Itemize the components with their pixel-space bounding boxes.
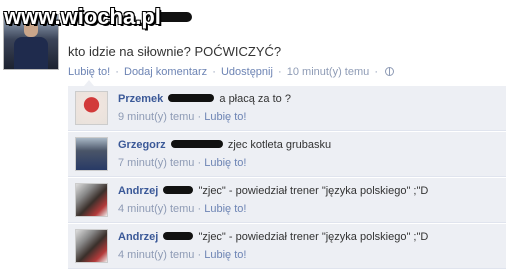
commenter-name[interactable]: Andrzej: [118, 231, 158, 243]
globe-icon[interactable]: [385, 67, 395, 76]
redaction-scribble: [170, 140, 223, 148]
watermark-logo: www.wiocha.pl: [4, 4, 161, 29]
commenter-avatar[interactable]: [75, 137, 108, 171]
commenter-avatar[interactable]: [75, 91, 108, 125]
comment-item: Andrzej "zjec" - powiedział trener "języ…: [68, 178, 506, 223]
commenter-name[interactable]: Andrzej: [118, 185, 158, 197]
comment-like-link[interactable]: Lubię to!: [204, 157, 246, 169]
post-actions: Lubię to! · Dodaj komentarz · Udostępnij…: [68, 66, 395, 78]
commenter-avatar[interactable]: [75, 183, 108, 217]
comments-list: Przemek a płacą za to ? 9 minut(y) temu …: [68, 86, 506, 270]
separator: ·: [197, 249, 202, 261]
commenter-name[interactable]: Przemek: [118, 93, 163, 105]
avatar-body-shape: [14, 37, 48, 69]
separator: ·: [374, 66, 378, 78]
separator: ·: [115, 66, 119, 78]
like-link[interactable]: Lubię to!: [68, 66, 110, 78]
post-timestamp[interactable]: 10 minut(y) temu: [287, 66, 370, 78]
redaction-scribble: [163, 232, 194, 240]
separator: ·: [197, 111, 202, 123]
redaction-scribble: [163, 186, 194, 194]
comment-text: "zjec" - powiedział trener "języka polsk…: [198, 231, 429, 243]
comment-item: Przemek a płacą za to ? 9 minut(y) temu …: [68, 86, 506, 131]
separator: ·: [278, 66, 282, 78]
comment-like-link[interactable]: Lubię to!: [204, 249, 246, 261]
separator: ·: [197, 157, 202, 169]
comment-timestamp[interactable]: 4 minut(y) temu: [118, 203, 194, 215]
commenter-avatar[interactable]: [75, 229, 108, 263]
comment-like-link[interactable]: Lubię to!: [204, 111, 246, 123]
separator: ·: [212, 66, 216, 78]
comment-timestamp[interactable]: 4 minut(y) temu: [118, 249, 194, 261]
add-comment-link[interactable]: Dodaj komentarz: [124, 66, 207, 78]
commenter-name[interactable]: Grzegorz: [118, 139, 166, 151]
comment-item: Andrzej "zjec" - powiedział trener "języ…: [68, 224, 506, 269]
comment-timestamp[interactable]: 7 minut(y) temu: [118, 157, 194, 169]
comment-text: "zjec" - powiedział trener "języka polsk…: [198, 185, 429, 197]
share-link[interactable]: Udostępnij: [221, 66, 273, 78]
separator: ·: [197, 203, 202, 215]
comment-text: a płacą za to ?: [219, 93, 291, 105]
comment-text: zjec kotleta grubasku: [227, 139, 332, 151]
redaction-scribble: [168, 94, 215, 102]
comment-timestamp[interactable]: 9 minut(y) temu: [118, 111, 194, 123]
comment-item: Grzegorz zjec kotleta grubasku 7 minut(y…: [68, 132, 506, 177]
comment-like-link[interactable]: Lubię to!: [204, 203, 246, 215]
post-text: kto idzie na siłownie? POĆWICZYĆ?: [68, 44, 282, 59]
